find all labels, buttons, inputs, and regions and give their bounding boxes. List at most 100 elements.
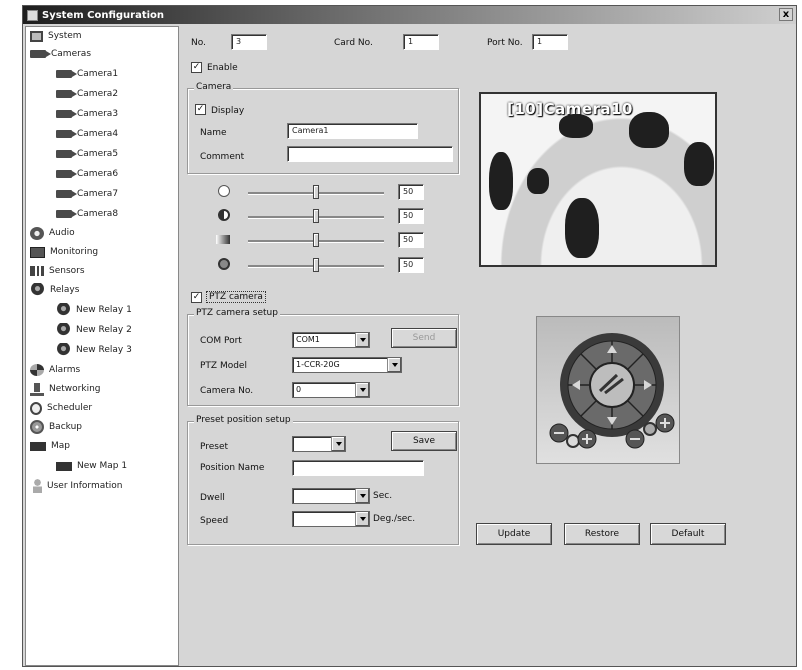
clock-icon (30, 401, 42, 415)
default-button[interactable]: Default (650, 523, 726, 545)
tree-item-map[interactable]: Map (30, 437, 70, 455)
com-port-value: COM1 (296, 335, 320, 344)
map-icon (56, 461, 72, 471)
tree-item-backup[interactable]: Backup (30, 418, 82, 436)
camera-icon (56, 110, 77, 118)
no-label: No. (191, 38, 206, 48)
tree-item-scheduler[interactable]: Scheduler (30, 399, 92, 417)
person-figure (629, 112, 669, 148)
person-figure (527, 168, 549, 194)
tree-item-camera5[interactable]: Camera5 (56, 145, 118, 163)
tree-item-camera1[interactable]: Camera1 (56, 65, 118, 83)
enable-checkbox[interactable]: ✓ (191, 62, 202, 73)
tree-item-camera6[interactable]: Camera6 (56, 165, 118, 183)
hue-icon (218, 258, 230, 270)
relay-icon (56, 323, 71, 337)
tree-item-new-relay-3[interactable]: New Relay 3 (56, 341, 132, 359)
tree-item-system[interactable]: System (30, 27, 82, 45)
contrast-value[interactable]: 50 (398, 208, 424, 224)
brightness-value[interactable]: 50 (398, 184, 424, 200)
comment-input[interactable] (287, 146, 453, 162)
tree-item-sensors[interactable]: Sensors (30, 262, 85, 280)
title-bar: System Configuration x (23, 6, 796, 24)
camera-icon (56, 210, 77, 218)
preset-select[interactable] (292, 436, 346, 452)
chevron-down-icon[interactable] (355, 383, 369, 397)
user-icon (33, 479, 42, 493)
name-label: Name (200, 128, 227, 138)
camera-icon (30, 50, 51, 58)
ptz-joystick (549, 333, 675, 449)
update-button[interactable]: Update (476, 523, 552, 545)
dwell-select[interactable] (292, 488, 370, 504)
chevron-down-icon[interactable] (355, 333, 369, 347)
tree-item-camera3[interactable]: Camera3 (56, 105, 118, 123)
name-input[interactable]: Camera1 (287, 123, 418, 139)
camera-no-value: 0 (296, 385, 302, 394)
camera-icon (56, 130, 77, 138)
relay-icon (30, 283, 45, 297)
color-slider-thumb[interactable] (313, 233, 319, 247)
camera-no-select[interactable]: 0 (292, 382, 370, 398)
chevron-down-icon[interactable] (355, 512, 369, 526)
camera-icon (56, 190, 77, 198)
port-no-field[interactable]: 1 (532, 34, 568, 50)
person-figure (684, 142, 714, 186)
ptz-model-select[interactable]: 1-CCR-20G (292, 357, 402, 373)
com-port-label: COM Port (200, 336, 242, 346)
tree-item-new-relay-2[interactable]: New Relay 2 (56, 321, 132, 339)
hue-value[interactable]: 50 (398, 257, 424, 273)
enable-label: Enable (207, 63, 238, 73)
hue-slider-row: 50 (192, 257, 442, 275)
tree-item-networking[interactable]: Networking (30, 380, 101, 398)
focus-icon (643, 422, 657, 436)
send-button[interactable]: Send (391, 328, 457, 348)
contrast-slider-thumb[interactable] (313, 209, 319, 223)
chevron-down-icon[interactable] (355, 489, 369, 503)
window-title: System Configuration (42, 9, 165, 21)
card-no-field[interactable]: 1 (403, 34, 439, 50)
card-no-label: Card No. (334, 38, 373, 48)
tree-item-monitoring[interactable]: Monitoring (30, 243, 98, 261)
tree-item-relays[interactable]: Relays (30, 281, 79, 299)
disc-icon (30, 420, 44, 434)
ptz-model-value: 1-CCR-20G (296, 360, 340, 369)
position-name-input[interactable] (292, 460, 424, 476)
tree-item-audio[interactable]: Audio (30, 224, 75, 242)
tree-item-cameras[interactable]: Cameras (30, 45, 91, 63)
hue-slider-thumb[interactable] (313, 258, 319, 272)
close-button[interactable]: x (779, 8, 793, 21)
color-value[interactable]: 50 (398, 232, 424, 248)
camera-icon (56, 150, 77, 158)
com-port-select[interactable]: COM1 (292, 332, 370, 348)
audio-icon (30, 226, 44, 240)
speed-select[interactable] (292, 511, 370, 527)
chevron-down-icon[interactable] (331, 437, 345, 451)
camera-no-label: Camera No. (200, 386, 254, 396)
tree-item-new-relay-1[interactable]: New Relay 1 (56, 301, 132, 319)
ptz-camera-checkbox[interactable]: ✓ (191, 292, 202, 303)
position-name-label: Position Name (200, 463, 265, 473)
display-checkbox[interactable]: ✓ (195, 104, 206, 115)
dwell-label: Dwell (200, 493, 225, 503)
tree-item-alarms[interactable]: Alarms (30, 361, 80, 379)
zoom-icon (566, 434, 580, 448)
relay-icon (56, 303, 71, 317)
tree-item-camera8[interactable]: Camera8 (56, 205, 118, 223)
ptz-center-button[interactable] (589, 362, 635, 408)
preset-setup-legend: Preset position setup (194, 415, 293, 425)
tree-item-user-information[interactable]: User Information (30, 477, 122, 495)
save-button[interactable]: Save (391, 431, 457, 451)
restore-button[interactable]: Restore (564, 523, 640, 545)
map-icon (30, 441, 46, 451)
no-field[interactable]: 3 (231, 34, 267, 50)
tree-item-camera4[interactable]: Camera4 (56, 125, 118, 143)
brightness-slider-thumb[interactable] (313, 185, 319, 199)
tree-item-camera7[interactable]: Camera7 (56, 185, 118, 203)
tree-item-new-map-1[interactable]: New Map 1 (56, 457, 127, 475)
alarm-icon (30, 364, 44, 376)
contrast-icon (218, 209, 230, 221)
ptz-setup-legend: PTZ camera setup (194, 308, 280, 318)
chevron-down-icon[interactable] (387, 358, 401, 372)
tree-item-camera2[interactable]: Camera2 (56, 85, 118, 103)
